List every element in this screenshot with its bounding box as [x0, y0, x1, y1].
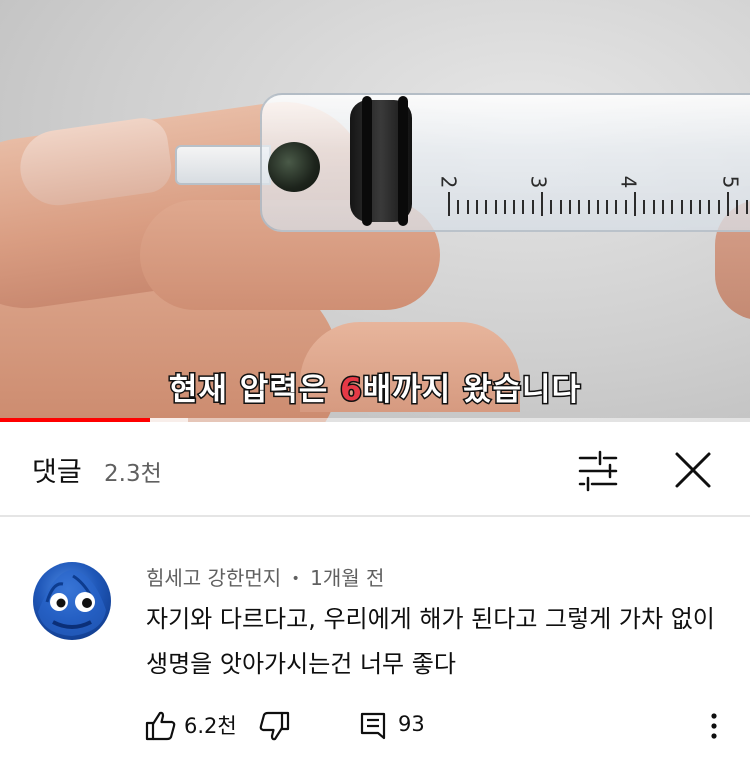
scale-tick — [624, 200, 627, 214]
comment-actions: 6.2천 93 — [0, 700, 750, 750]
scale-tick — [541, 192, 543, 216]
close-button[interactable] — [665, 442, 721, 498]
reply-count: 93 — [398, 712, 425, 736]
scale-tick — [689, 200, 692, 214]
blue-creature-avatar-icon — [38, 570, 106, 636]
sort-filter-button[interactable] — [570, 446, 626, 496]
scale-tick — [596, 200, 599, 214]
subtitle-text: 현재 압력은 — [167, 371, 341, 410]
scale-tick — [485, 200, 488, 214]
scale-tick — [522, 200, 525, 214]
syringe-tip — [175, 145, 271, 185]
reply-button[interactable] — [357, 708, 391, 744]
header-divider — [0, 515, 750, 517]
scale-tick — [727, 192, 729, 216]
like-count: 6.2천 — [184, 714, 237, 738]
scale-tick — [513, 200, 516, 214]
dislike-button[interactable] — [256, 708, 292, 744]
scale-tick — [531, 200, 534, 214]
meta-separator: • — [291, 571, 300, 587]
scale-tick — [568, 200, 571, 214]
scale-tick — [652, 200, 655, 214]
subtitle-text-end: 배까지 왔습니다 — [361, 371, 582, 410]
avatar[interactable] — [33, 562, 111, 640]
syringe-scale: 2 3 4 5 — [436, 170, 750, 220]
scale-tick — [671, 200, 674, 214]
scale-tick — [745, 200, 748, 214]
scale-tick — [578, 200, 581, 214]
scale-label: 3 — [526, 175, 551, 189]
scale-tick — [699, 200, 702, 214]
comment-time: 1개월 전 — [310, 566, 385, 590]
scale-tick — [615, 200, 618, 214]
video-subtitle: 현재 압력은 6배까지 왔습니다 — [0, 364, 750, 410]
scale-tick — [448, 192, 450, 216]
scale-tick — [587, 200, 590, 214]
scale-tick — [494, 200, 497, 214]
sliders-icon — [578, 450, 618, 492]
scale-tick — [550, 200, 553, 214]
plunger-ring — [362, 96, 372, 226]
comment-author[interactable]: 힘세고 강한먼지 — [146, 566, 281, 590]
scale-tick — [643, 200, 646, 214]
like-button[interactable] — [143, 708, 179, 744]
scale-tick — [708, 200, 711, 214]
video-player[interactable]: 2 3 4 5 현재 압력은 6배까지 왔습니다 — [0, 0, 750, 422]
subtitle-highlight: 6 — [339, 371, 364, 410]
scale-tick — [457, 200, 460, 214]
scale-tick — [606, 200, 609, 214]
more-options-button[interactable] — [700, 708, 728, 744]
scale-label: 4 — [616, 175, 641, 189]
scale-tick — [634, 192, 636, 216]
plunger-ring — [398, 96, 408, 226]
scale-tick — [503, 200, 506, 214]
scale-label: 2 — [436, 175, 461, 189]
scale-tick — [559, 200, 562, 214]
comments-title: 댓글 — [32, 457, 82, 488]
scale-label: 5 — [718, 175, 743, 189]
thumbs-down-icon — [259, 711, 290, 741]
scale-tick — [475, 200, 478, 214]
scale-tick — [466, 200, 469, 214]
more-vertical-icon — [711, 713, 717, 739]
comment-author-line: 힘세고 강한먼지 • 1개월 전 — [146, 562, 384, 591]
scale-tick — [661, 200, 664, 214]
comments-header: 댓글 2.3천 — [0, 422, 750, 517]
scale-tick — [717, 200, 720, 214]
close-icon — [675, 452, 711, 488]
scale-tick — [736, 200, 739, 214]
thumbs-up-icon — [145, 711, 176, 741]
insect-image — [268, 142, 320, 192]
scale-tick — [680, 200, 683, 214]
comment-reply-icon — [360, 712, 386, 740]
comment-body: 자기와 다르다고, 우리에게 해가 된다고 그렇게 가차 없이 생명을 앗아가시… — [146, 605, 715, 678]
comments-count: 2.3천 — [104, 461, 162, 487]
